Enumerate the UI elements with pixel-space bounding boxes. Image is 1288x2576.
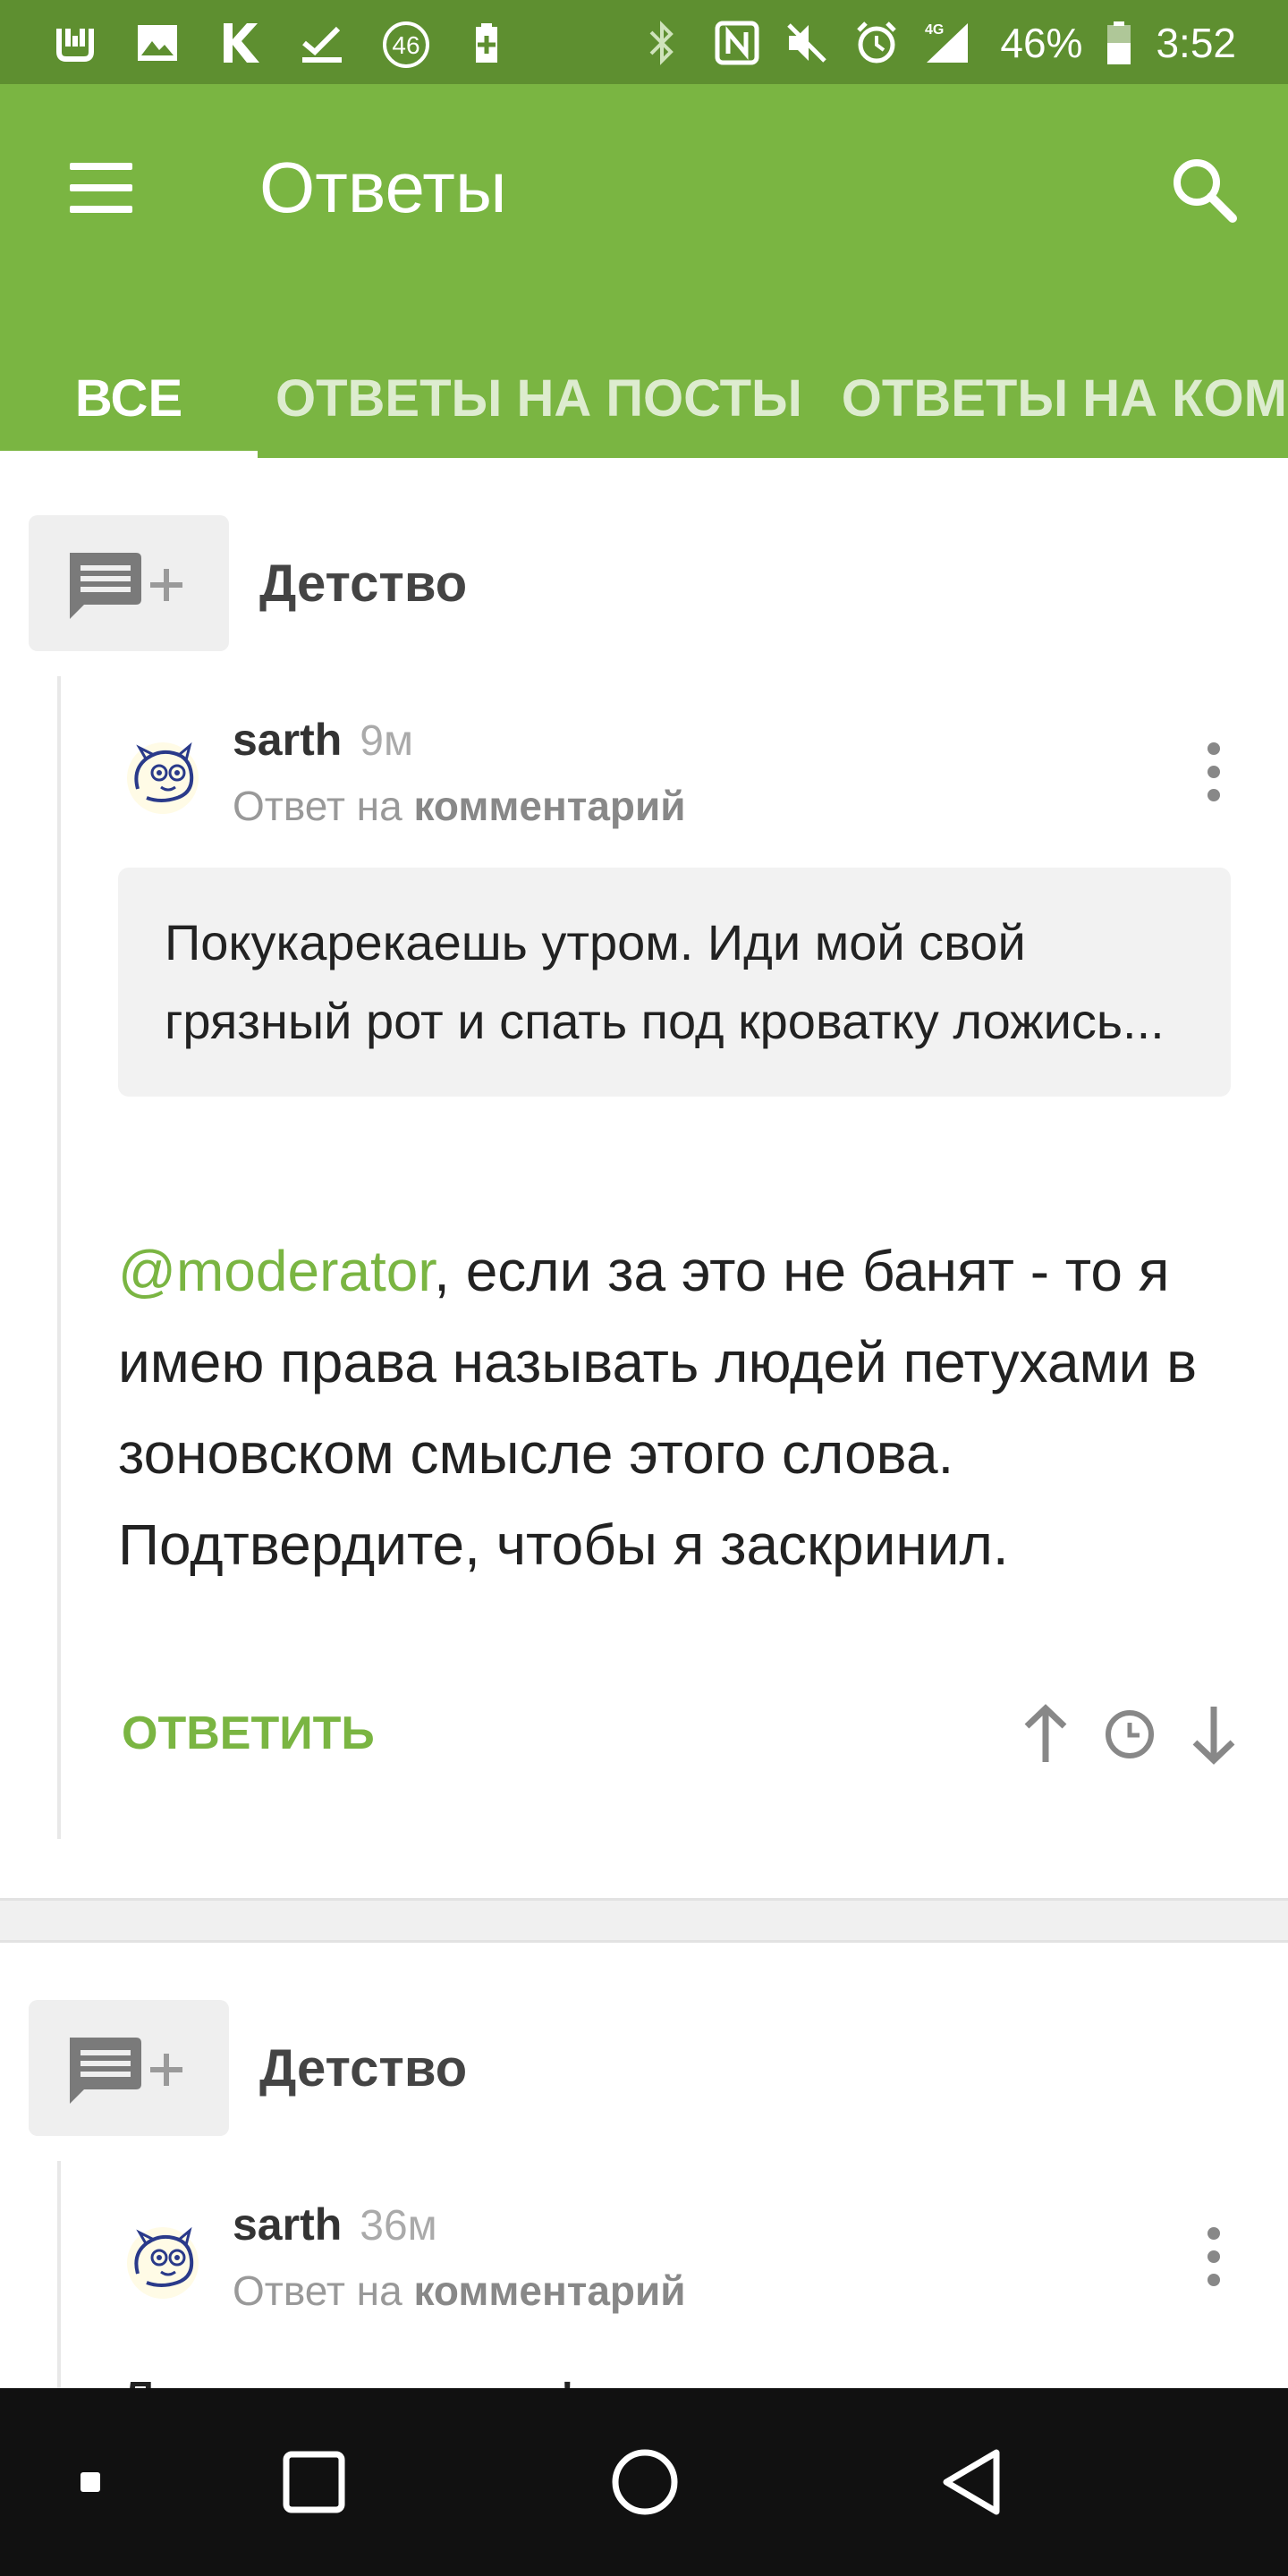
avatar[interactable] [120, 733, 206, 819]
downvote-icon[interactable] [1182, 1703, 1245, 1766]
status-right-icons: 4G 46% 3:52 [644, 16, 1236, 70]
clock: 3:52 [1156, 20, 1236, 66]
comment-card: Детство sarth 9м Ответ на комментарий Пок… [0, 458, 1288, 1898]
mention-link[interactable]: @moderator [118, 1239, 434, 1303]
timestamp: 36м [360, 2202, 437, 2250]
comment-body: @moderator, если за это не банят - то я … [118, 1225, 1227, 1590]
k-icon [216, 20, 263, 66]
clock-icon[interactable] [1098, 1703, 1161, 1766]
mute-icon [784, 20, 830, 66]
author-name[interactable]: sarth [233, 2199, 342, 2250]
tab-indicator [0, 451, 258, 458]
image-icon [134, 20, 181, 66]
reply-prefix: Ответ на [233, 783, 402, 829]
timestamp: 9м [360, 717, 413, 765]
nfc-icon [714, 20, 760, 66]
add-comment-button[interactable] [29, 2000, 229, 2136]
comment-plus-icon [70, 553, 182, 619]
reply-context: Ответ на комментарий [233, 782, 686, 830]
more-options-icon[interactable] [1204, 742, 1222, 805]
page-title: Ответы [259, 148, 507, 227]
bluetooth-icon [644, 20, 691, 66]
card-header: Детство [29, 2000, 467, 2136]
svg-text:46: 46 [392, 31, 419, 59]
recents-dot-icon[interactable] [32, 2424, 148, 2540]
section-title[interactable]: Детство [259, 2038, 467, 2098]
upvote-icon[interactable] [1014, 1703, 1077, 1766]
search-icon[interactable] [1166, 152, 1241, 227]
card-divider [0, 1898, 1288, 1943]
avatar[interactable] [120, 2218, 206, 2304]
alarm-icon [853, 20, 900, 66]
app-bar: Ответы ВСЕ ОТВЕТЫ НА ПОСТЫ ОТВЕТЫ НА КОМ… [0, 84, 1288, 458]
signal-icon: 4G [923, 20, 977, 66]
circle-home-icon[interactable] [587, 2424, 703, 2540]
square-icon[interactable] [256, 2424, 372, 2540]
comment-plus-icon [70, 2038, 182, 2104]
reply-button[interactable]: ОТВЕТИТЬ [122, 1707, 375, 1760]
battery-saver-icon [463, 20, 510, 66]
add-comment-button[interactable] [29, 515, 229, 651]
tab-comment-replies-label: ОТВЕТЫ НА КОММЕНТАРИИ [841, 369, 1288, 428]
author-line: sarth 9м [233, 714, 413, 766]
section-title[interactable]: Детство [259, 554, 467, 614]
status-left-icons: 46 [52, 16, 510, 70]
author-name[interactable]: sarth [233, 715, 342, 765]
back-triangle-icon[interactable] [916, 2424, 1032, 2540]
tab-all-label: ВСЕ [74, 369, 183, 428]
tab-all[interactable]: ВСЕ [0, 335, 258, 458]
card-header: Детство [29, 515, 467, 651]
comment-body-partial: Давите ажмемку! [118, 2356, 1227, 2390]
check-icon [299, 20, 345, 66]
thread-line [57, 676, 61, 1839]
reply-context: Ответ на комментарий [233, 2267, 686, 2315]
hamburger-icon[interactable] [70, 163, 132, 213]
tab-post-replies[interactable]: ОТВЕТЫ НА ПОСТЫ [275, 335, 802, 458]
quoted-comment: Покукарекаешь утром. Иди мой свой грязны… [118, 868, 1231, 1097]
reply-prefix: Ответ на [233, 2267, 402, 2314]
author-line: sarth 36м [233, 2199, 437, 2250]
tab-post-replies-label: ОТВЕТЫ НА ПОСТЫ [275, 369, 802, 428]
mi-icon [52, 20, 98, 66]
navigation-bar [0, 2388, 1288, 2576]
thread-line [57, 2161, 61, 2390]
svg-text:4G: 4G [925, 22, 944, 38]
badge-icon: 46 [381, 20, 429, 68]
reply-target-link[interactable]: комментарий [413, 783, 685, 829]
reply-target-link[interactable]: комментарий [413, 2267, 685, 2314]
tab-comment-replies[interactable]: ОТВЕТЫ НА КОММЕНТАРИИ [842, 335, 1288, 458]
tab-bar: ВСЕ ОТВЕТЫ НА ПОСТЫ ОТВЕТЫ НА КОММЕНТАРИ… [0, 335, 1288, 458]
comment-card: Детство sarth 36м Ответ на комментарий Да… [0, 1943, 1288, 2390]
status-bar: 46 4G 46% 3:52 [0, 0, 1288, 84]
battery-percent: 46% [1000, 20, 1083, 66]
more-options-icon[interactable] [1204, 2227, 1222, 2290]
battery-icon [1106, 20, 1132, 66]
